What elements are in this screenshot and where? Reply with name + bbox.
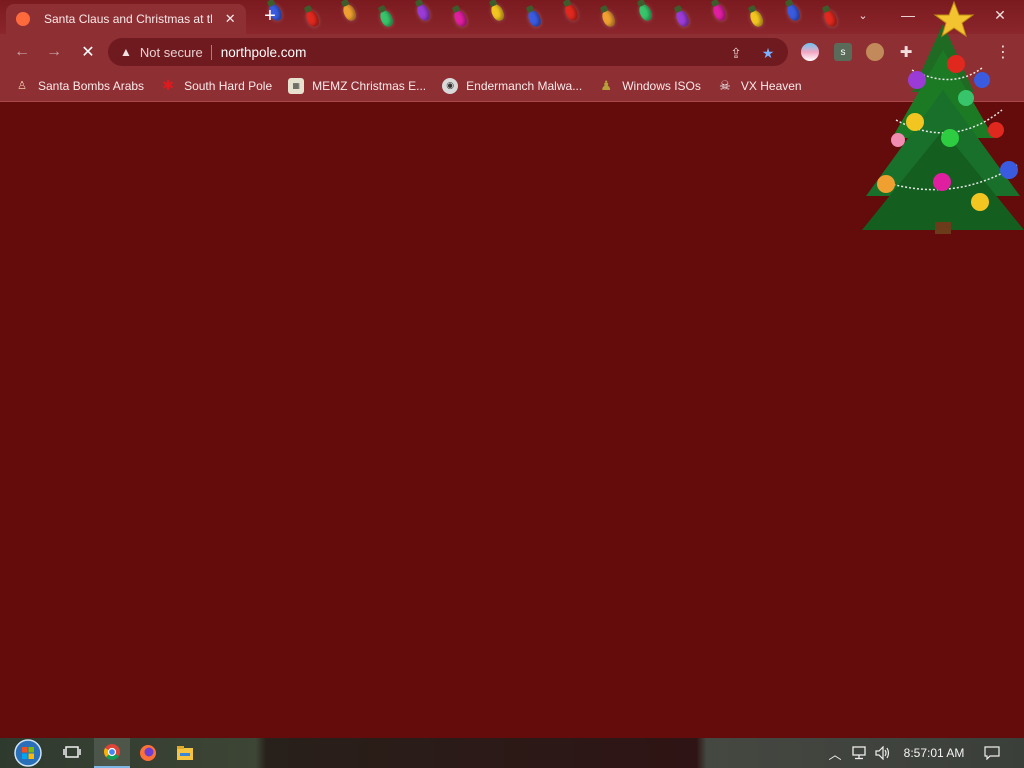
firefox-icon [140, 745, 156, 761]
action-center-icon[interactable] [980, 738, 1004, 768]
snowflake-icon: ✱ [162, 77, 174, 93]
extension-s-icon[interactable]: s [834, 43, 852, 61]
christmas-bulb-icon [673, 8, 692, 29]
vx-heaven-icon: ☠ [719, 77, 731, 93]
bookmark-windows-isos[interactable]: ♟ Windows ISOs [598, 78, 701, 94]
christmas-lights-decoration [250, 0, 850, 34]
christmas-bulb-icon [451, 8, 470, 29]
windows-iso-icon: ♟ [600, 77, 613, 93]
address-bar[interactable]: ▲ Not secure northpole.com ⇪ ★ [108, 38, 788, 66]
extension-flag-icon[interactable] [801, 43, 819, 61]
christmas-bulb-icon [599, 8, 618, 29]
christmas-bulb-icon [525, 8, 544, 29]
task-view-icon [63, 746, 81, 758]
warning-icon: ▲ [120, 45, 132, 59]
share-icon[interactable]: ⇪ [726, 43, 746, 63]
taskbar-chrome[interactable] [94, 738, 130, 768]
bookmark-vx-heaven[interactable]: ☠ VX Heaven [717, 78, 802, 94]
taskbar-clock[interactable]: 8:57:01 AM [898, 738, 970, 768]
start-orb-icon [14, 739, 42, 767]
christmas-bulb-icon [303, 8, 322, 29]
security-status[interactable]: Not secure [140, 44, 212, 60]
bookmark-star-icon[interactable]: ★ [758, 43, 778, 63]
memz-icon: ▦ [288, 77, 305, 94]
active-tab[interactable]: Santa Claus and Christmas at the ✕ [6, 4, 246, 34]
volume-icon[interactable] [872, 738, 894, 768]
tab-favicon-icon [16, 12, 30, 26]
taskbar: ︿ 8:57:01 AM [0, 738, 1024, 768]
start-button[interactable] [8, 738, 48, 768]
network-icon[interactable] [848, 738, 870, 768]
tab-title: Santa Claus and Christmas at the [44, 12, 213, 26]
back-button[interactable]: ← [10, 40, 34, 64]
tray-overflow-chevron-icon[interactable]: ︿ [826, 738, 844, 768]
christmas-bulb-icon [340, 2, 359, 23]
raccoon-icon: ◉ [442, 77, 459, 94]
bookmark-santa-bombs-arabs[interactable]: ♙ Santa Bombs Arabs [14, 78, 144, 94]
bookmark-south-hard-pole[interactable]: ✱ South Hard Pole [160, 77, 272, 94]
christmas-bulb-icon [710, 2, 729, 23]
bookmark-memz-christmas[interactable]: ▦ MEMZ Christmas E... [288, 77, 426, 94]
task-view-button[interactable] [54, 738, 90, 768]
christmas-bulb-icon [414, 2, 433, 23]
stop-loading-button[interactable]: ✕ [76, 40, 100, 64]
santa-icon: ♙ [17, 80, 27, 92]
bookmark-endermanch-malware[interactable]: ◉ Endermanch Malwa... [442, 77, 582, 94]
christmas-bulb-icon [488, 2, 507, 23]
christmas-bulb-icon [747, 8, 766, 29]
new-tab-button[interactable]: + [259, 6, 281, 28]
taskbar-firefox[interactable] [130, 738, 166, 768]
tab-close-icon[interactable]: ✕ [222, 11, 238, 27]
christmas-bulb-icon [562, 2, 581, 23]
christmas-bulb-icon [377, 8, 396, 29]
forward-button[interactable]: → [42, 40, 66, 64]
chrome-icon [104, 744, 120, 760]
url-text[interactable]: northpole.com [221, 45, 307, 60]
christmas-tree-decoration [862, 0, 1024, 234]
christmas-bulb-icon [821, 8, 840, 29]
folder-icon [177, 746, 193, 760]
christmas-bulb-icon [784, 2, 803, 23]
taskbar-file-explorer[interactable] [167, 738, 203, 768]
christmas-bulb-icon [636, 2, 655, 23]
